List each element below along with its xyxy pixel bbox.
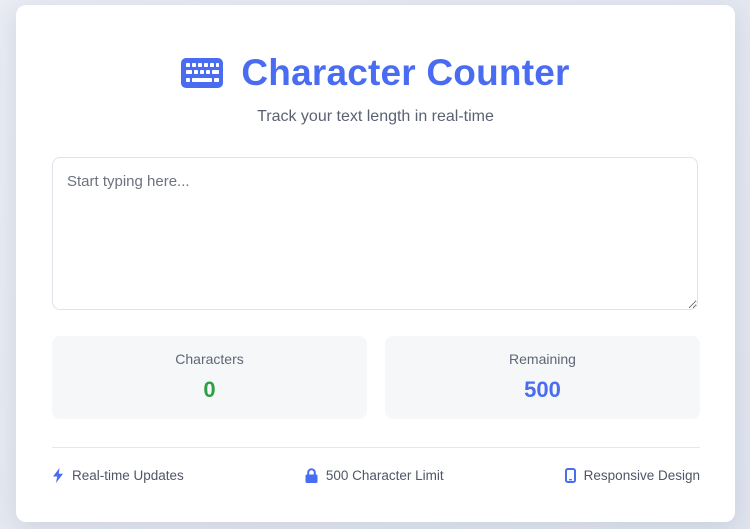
mobile-icon bbox=[564, 467, 576, 483]
text-input[interactable] bbox=[52, 157, 698, 310]
bolt-icon bbox=[52, 467, 64, 483]
remaining-label: Remaining bbox=[509, 351, 576, 367]
feature-limit: 500 Character Limit bbox=[305, 468, 444, 483]
characters-count: 0 bbox=[203, 377, 216, 402]
characters-label: Characters bbox=[175, 351, 244, 367]
page-subtitle: Track your text length in real-time bbox=[257, 108, 494, 125]
header: Character Counter bbox=[16, 49, 735, 97]
lock-icon bbox=[305, 467, 318, 483]
divider bbox=[52, 447, 700, 448]
page-title: Character Counter bbox=[241, 52, 570, 93]
characters-stat: Characters 0 bbox=[52, 336, 367, 419]
feature-realtime: Real-time Updates bbox=[52, 467, 184, 483]
feature-label: Real-time Updates bbox=[72, 467, 184, 483]
keyboard-icon bbox=[181, 58, 224, 88]
counter-card: Character Counter Track your text length… bbox=[16, 5, 735, 522]
remaining-count: 500 bbox=[524, 377, 561, 402]
feature-responsive: Responsive Design bbox=[564, 467, 700, 483]
remaining-stat: Remaining 500 bbox=[385, 336, 700, 419]
feature-label: Responsive Design bbox=[583, 467, 700, 483]
features-footer: Real-time Updates 500 Character Limit Re… bbox=[52, 465, 700, 485]
feature-label: 500 Character Limit bbox=[325, 467, 444, 483]
